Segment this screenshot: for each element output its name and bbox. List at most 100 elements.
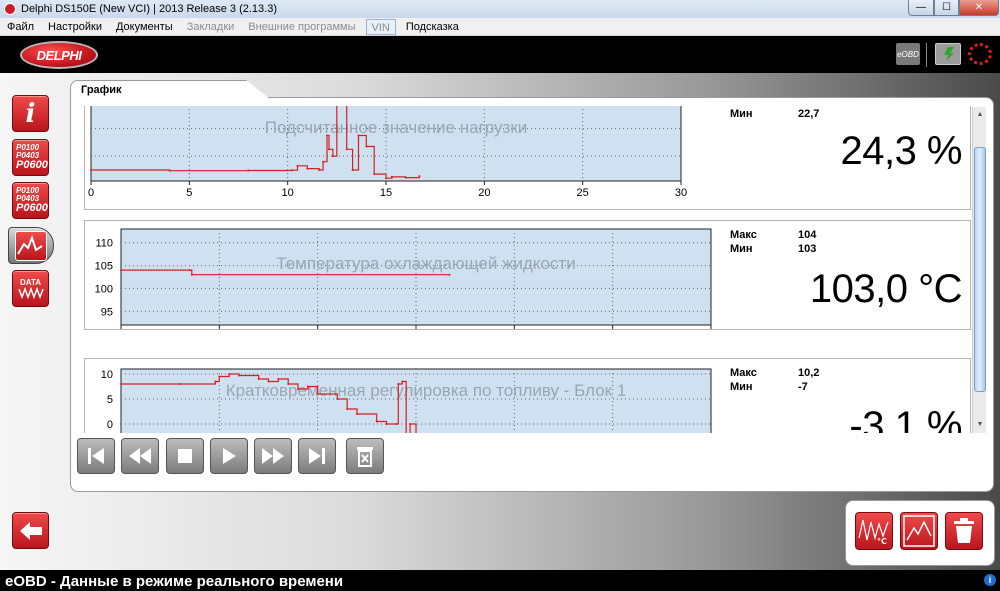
data-point	[385, 177, 387, 180]
sidebar-clear-dtc-button[interactable]: P0100 P0403 P0600	[12, 182, 49, 219]
menu-help[interactable]: Подсказка	[399, 19, 466, 35]
data-point	[322, 160, 325, 163]
sidebar-live-graph-button[interactable]	[8, 227, 54, 264]
dtc-code-3b: P0600	[16, 202, 48, 214]
scroll-up-icon[interactable]: ▲	[974, 109, 986, 121]
data-point	[401, 380, 404, 383]
x-tick-label: 15	[380, 187, 392, 199]
data-point	[385, 423, 388, 425]
data-point	[345, 148, 348, 151]
single-graph-icon	[903, 515, 935, 547]
data-point	[228, 373, 231, 375]
graph-title: Температура охлаждающей жидкости	[276, 254, 575, 273]
window-title: Delphi DS150E (New VCI) | 2013 Release 3…	[21, 3, 277, 15]
delete-button[interactable]	[945, 512, 983, 550]
stat-value-max: 104	[798, 229, 817, 241]
stat-label-max: Макс	[730, 229, 757, 241]
scroll-thumb[interactable]	[974, 147, 986, 392]
skip-to-end-button[interactable]	[298, 438, 336, 474]
data-point	[397, 383, 400, 385]
eobd-icon[interactable]: eOBD	[896, 43, 920, 65]
stat-value-min: -7	[798, 381, 808, 393]
app-icon	[4, 3, 16, 15]
sidebar-info-button[interactable]: i	[12, 95, 49, 132]
data-point	[296, 164, 299, 167]
battery-voltage-icon[interactable]	[935, 43, 961, 65]
x-tick-label: 5	[186, 187, 192, 199]
graph-title: Кратковременная регулировка по топливу -…	[226, 381, 627, 400]
app-header: DELPHI eOBD	[0, 37, 1000, 73]
data-point	[297, 388, 299, 390]
play-button[interactable]	[210, 438, 248, 474]
y-tick-label: 10	[101, 369, 113, 381]
current-value-coolant: 103,0 °C	[809, 267, 963, 311]
stat-label-min: Мин	[730, 243, 753, 255]
data-point	[247, 169, 250, 172]
data-point	[327, 148, 330, 151]
back-button[interactable]	[12, 512, 49, 549]
data-point	[218, 375, 221, 378]
data-point	[318, 168, 321, 171]
menu-bookmarks[interactable]: Закладки	[180, 19, 242, 35]
skip-start-icon	[88, 448, 104, 464]
graph-fuel-trim-plot: 0510152025300510Кратковременная регулиро…	[101, 368, 712, 433]
scroll-down-icon[interactable]: ▼	[974, 419, 986, 431]
data-point	[120, 383, 122, 385]
minimize-button[interactable]: —	[908, 0, 934, 16]
y-tick-label: 100	[95, 283, 113, 295]
dtc-code-3: P0600	[16, 159, 48, 171]
rewind-button[interactable]	[121, 438, 159, 474]
stop-icon	[178, 449, 192, 463]
logo-text: DELPHI	[36, 47, 82, 63]
single-graph-button[interactable]	[900, 512, 938, 550]
data-point	[179, 383, 181, 385]
svg-text:°C: °C	[877, 537, 887, 546]
data-point	[238, 374, 240, 377]
graph-load-plot: 051015202530406080Подсчитанное значение …	[88, 106, 687, 199]
menu-external-programs[interactable]: Внешние программы	[241, 19, 362, 35]
data-point	[351, 168, 354, 171]
data-point	[395, 423, 398, 425]
stop-button[interactable]	[166, 438, 204, 474]
current-value-fuel-trim: -3,1 %	[849, 404, 962, 433]
graphs-scrollbar[interactable]: ▲ ▼	[972, 107, 986, 433]
y-tick-label: 5	[107, 394, 113, 406]
close-button[interactable]: ✕	[959, 0, 999, 16]
status-bar: eOBD - Данные в режиме реального времени…	[0, 570, 1000, 591]
y-tick-label: 95	[101, 306, 113, 318]
data-point	[188, 269, 191, 272]
rewind-icon	[129, 448, 151, 464]
graphs-viewport[interactable]: 051015202530406080Подсчитанное значение …	[78, 106, 988, 433]
menu-file[interactable]: Файл	[0, 19, 41, 35]
data-point	[277, 378, 280, 380]
data-point	[290, 169, 293, 172]
menu-vin[interactable]: VIN	[365, 18, 396, 35]
data-point	[190, 273, 193, 276]
back-arrow-icon	[19, 521, 42, 540]
x-tick-label: 30	[675, 187, 687, 199]
units-toggle-button[interactable]: °C	[855, 512, 893, 550]
data-point	[90, 168, 92, 171]
tab-graph-label: График	[81, 84, 122, 96]
graph-coolant-plot: 05101520253095100105110Температура охлаж…	[95, 228, 712, 329]
sidebar-read-dtc-button[interactable]: P0100 P0403 P0600	[12, 139, 49, 176]
skip-to-start-button[interactable]	[77, 438, 115, 474]
data-point	[326, 134, 328, 137]
fast-forward-button[interactable]	[254, 438, 292, 474]
trash-clear-icon	[357, 447, 373, 467]
tab-graph[interactable]: График	[70, 80, 270, 99]
y-tick-label: 0	[107, 419, 113, 431]
data-point	[306, 385, 309, 388]
menu-documents[interactable]: Документы	[109, 19, 180, 35]
data-point	[390, 175, 393, 178]
maximize-button[interactable]: ☐	[934, 0, 959, 16]
sidebar-data-button[interactable]: DATA	[12, 270, 49, 307]
header-divider	[926, 43, 927, 67]
clear-recording-button[interactable]	[346, 438, 384, 474]
stat-label-max: Макс	[730, 367, 757, 379]
info-icon[interactable]: i	[984, 574, 996, 586]
data-point	[257, 378, 260, 380]
data-point	[316, 393, 319, 395]
stat-value-max: 10,2	[798, 367, 820, 379]
menu-settings[interactable]: Настройки	[41, 19, 109, 35]
